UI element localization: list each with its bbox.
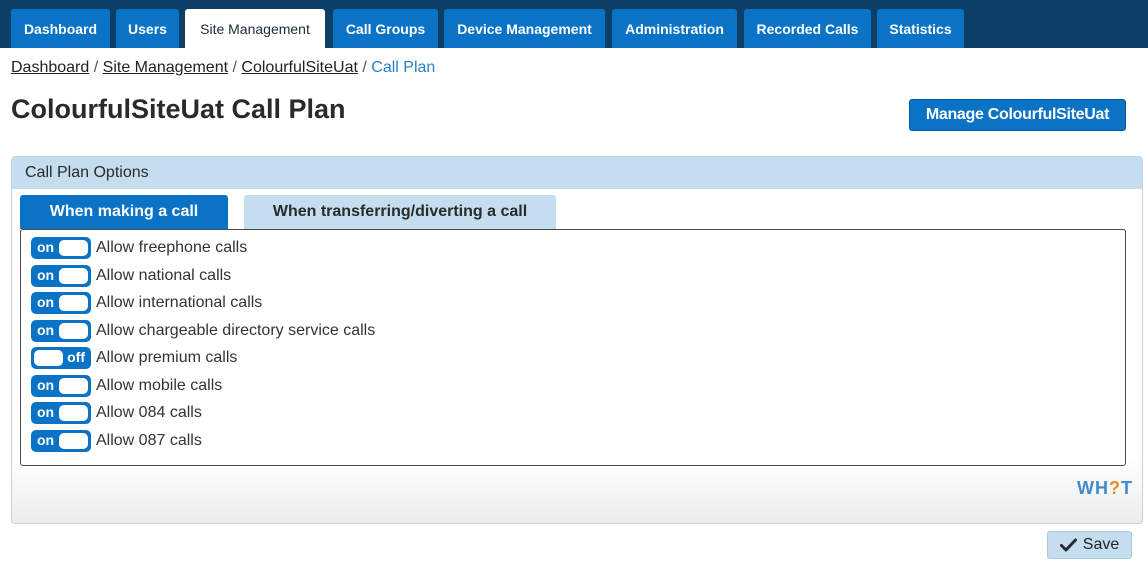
toggle-knob	[59, 405, 88, 421]
top-nav: Dashboard Users Site Management Call Gro…	[0, 0, 1148, 48]
option-row-084: on Allow 084 calls	[31, 402, 202, 424]
toggle-directory[interactable]: on	[31, 320, 91, 342]
tab-when-making-call[interactable]: When making a call	[20, 195, 228, 229]
call-plan-panel: Call Plan Options When making a call Whe…	[11, 156, 1143, 524]
toggle-knob	[59, 295, 88, 311]
breadcrumb: Dashboard / Site Management / ColourfulS…	[11, 59, 435, 77]
option-row-mobile: on Allow mobile calls	[31, 375, 222, 397]
logo-part: ?	[1109, 478, 1121, 498]
tab-device-management[interactable]: Device Management	[444, 9, 605, 48]
option-label: Allow premium calls	[96, 349, 238, 366]
toggle-national[interactable]: on	[31, 265, 91, 287]
toggle-state-label: on	[37, 294, 55, 310]
breadcrumb-separator: /	[362, 59, 367, 76]
toggle-087[interactable]: on	[31, 430, 91, 452]
save-label: Save	[1082, 536, 1120, 553]
toggle-knob	[59, 240, 88, 256]
breadcrumb-current: Call Plan	[371, 59, 436, 76]
toggle-knob	[59, 323, 88, 339]
save-button[interactable]: Save	[1047, 531, 1132, 559]
tab-recorded-calls[interactable]: Recorded Calls	[744, 9, 871, 48]
option-row-international: on Allow international calls	[31, 292, 262, 314]
toggle-knob	[59, 378, 88, 394]
breadcrumb-dashboard[interactable]: Dashboard	[11, 59, 89, 76]
tab-call-groups[interactable]: Call Groups	[333, 9, 438, 48]
toggle-knob	[59, 433, 88, 449]
toggle-state-label: on	[37, 322, 55, 338]
option-label: Allow international calls	[96, 294, 263, 311]
logo-part: T	[1121, 478, 1133, 498]
checkmark-icon	[1059, 538, 1077, 552]
logo-part: WH	[1077, 478, 1109, 498]
panel-header: Call Plan Options	[12, 157, 1142, 189]
toggle-084[interactable]: on	[31, 402, 91, 424]
option-label: Allow 087 calls	[96, 432, 202, 449]
breadcrumb-separator: /	[93, 59, 99, 76]
toggle-knob	[34, 350, 63, 366]
tab-statistics[interactable]: Statistics	[877, 9, 964, 48]
option-row-087: on Allow 087 calls	[31, 430, 202, 452]
toggle-international[interactable]: on	[31, 292, 91, 314]
toggle-state-label: off	[67, 349, 85, 365]
toggle-state-label: on	[37, 432, 55, 448]
breadcrumb-site[interactable]: ColourfulSiteUat	[241, 59, 358, 76]
manage-site-button[interactable]: Manage ColourfulSiteUat	[909, 99, 1126, 131]
option-row-directory: on Allow chargeable directory service ca…	[31, 320, 375, 342]
options-list: on Allow freephone calls on Allow nation…	[20, 229, 1126, 466]
tab-when-transferring[interactable]: When transferring/diverting a call	[244, 195, 556, 229]
page-title: ColourfulSiteUat Call Plan	[11, 94, 346, 124]
toggle-freephone[interactable]: on	[31, 237, 91, 259]
tab-site-management[interactable]: Site Management	[185, 9, 325, 48]
option-row-freephone: on Allow freephone calls	[31, 237, 247, 259]
option-row-premium: off Allow premium calls	[31, 347, 237, 369]
option-label: Allow chargeable directory service calls	[96, 322, 376, 339]
option-row-national: on Allow national calls	[31, 265, 231, 287]
option-label: Allow national calls	[96, 267, 232, 284]
toggle-knob	[59, 268, 88, 284]
option-label: Allow 084 calls	[96, 404, 202, 421]
option-label: Allow freephone calls	[96, 239, 248, 256]
toggle-state-label: on	[37, 404, 55, 420]
brand-logo: WH?T	[1077, 478, 1133, 499]
toggle-state-label: on	[37, 239, 55, 255]
tab-dashboard[interactable]: Dashboard	[11, 9, 110, 48]
toggle-state-label: on	[37, 377, 55, 393]
toggle-mobile[interactable]: on	[31, 375, 91, 397]
tab-administration[interactable]: Administration	[612, 9, 737, 48]
toggle-premium[interactable]: off	[31, 347, 91, 369]
breadcrumb-site-management[interactable]: Site Management	[103, 59, 228, 76]
tab-users[interactable]: Users	[116, 9, 179, 48]
option-label: Allow mobile calls	[96, 377, 223, 394]
toggle-state-label: on	[37, 267, 55, 283]
breadcrumb-separator: /	[232, 59, 237, 76]
